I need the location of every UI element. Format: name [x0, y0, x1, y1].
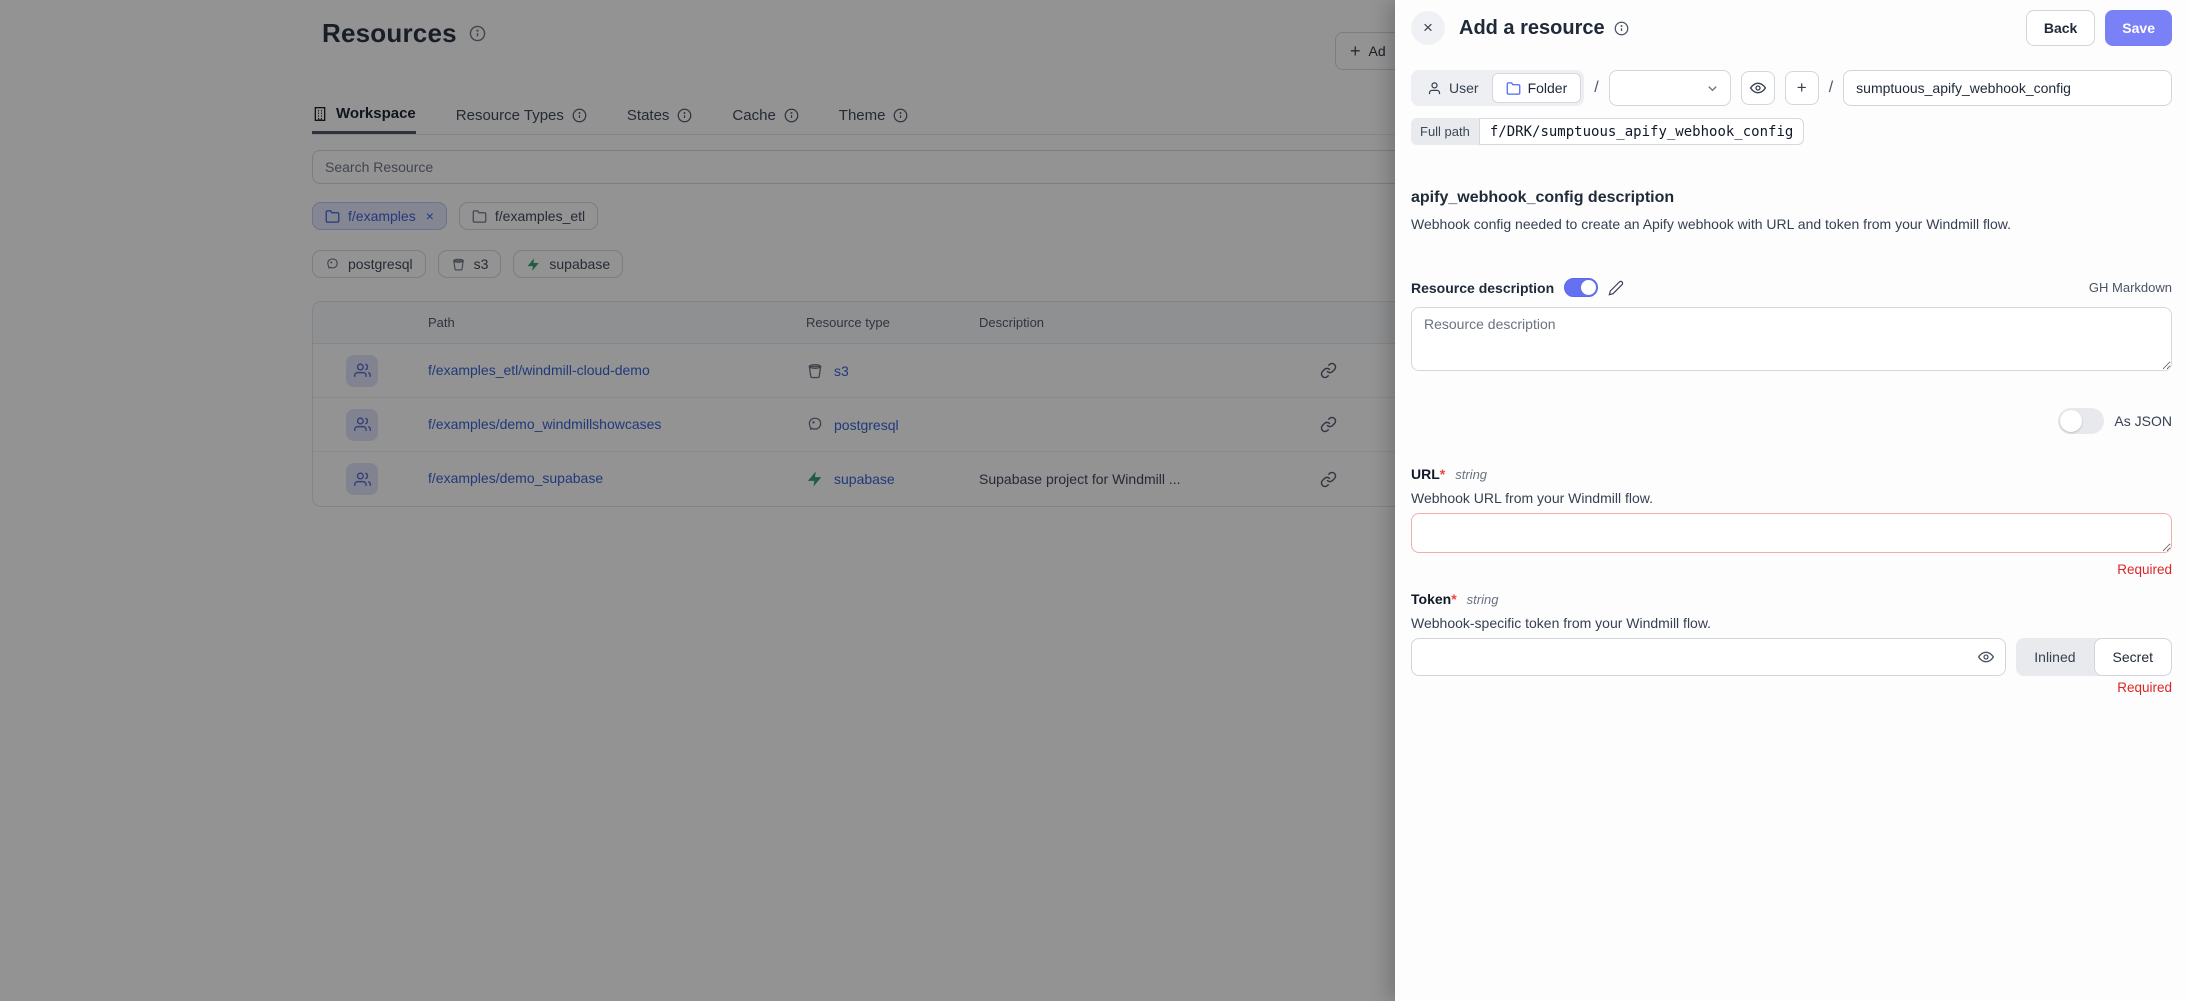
as-json-label: As JSON	[2114, 413, 2172, 429]
required-asterisk: *	[1440, 466, 1445, 482]
save-button[interactable]: Save	[2105, 10, 2172, 46]
required-asterisk: *	[1451, 591, 1456, 607]
add-resource-drawer: × Add a resource Back Save User	[1395, 0, 2188, 1001]
close-icon[interactable]: ×	[1411, 11, 1445, 45]
owner-folder-option[interactable]: Folder	[1492, 73, 1582, 103]
screen: Resources + Ad Workspace Resource Types	[0, 0, 2188, 1001]
modal-overlay[interactable]	[0, 0, 1395, 1001]
url-required-error: Required	[1411, 562, 2172, 577]
chevron-down-icon	[1705, 81, 1720, 96]
as-json-row: As JSON	[1411, 408, 2172, 434]
markdown-hint: GH Markdown	[2089, 280, 2172, 295]
resource-description-label: Resource description	[1411, 280, 1554, 296]
user-icon	[1427, 81, 1442, 96]
path-builder-row: User Folder /	[1411, 70, 2172, 106]
token-field-help: Webhook-specific token from your Windmil…	[1411, 615, 2172, 631]
pencil-icon[interactable]	[1608, 280, 1624, 296]
url-field-type: string	[1455, 467, 1487, 482]
full-path-label: Full path	[1411, 118, 1479, 145]
eye-icon	[1750, 80, 1766, 96]
info-icon	[1614, 21, 1629, 36]
token-field-section: Token* string Webhook-specific token fro…	[1411, 591, 2172, 695]
resource-description-textarea[interactable]	[1411, 307, 2172, 371]
token-secret-option[interactable]: Secret	[2094, 638, 2172, 676]
plus-icon: +	[1797, 78, 1807, 98]
folder-select[interactable]	[1609, 70, 1731, 106]
full-path-value: f/DRK/sumptuous_apify_webhook_config	[1479, 118, 1804, 145]
view-folder-button[interactable]	[1741, 71, 1775, 105]
token-required-error: Required	[1411, 680, 2172, 695]
url-field-help: Webhook URL from your Windmill flow.	[1411, 490, 2172, 506]
folder-icon	[1506, 81, 1521, 96]
resource-type-description-title: apify_webhook_config description	[1411, 189, 2172, 207]
token-mode-toggle: Inlined Secret	[2016, 638, 2172, 676]
full-path-row: Full path f/DRK/sumptuous_apify_webhook_…	[1411, 118, 1804, 145]
path-separator: /	[1829, 79, 1833, 97]
description-preview-toggle[interactable]	[1564, 278, 1598, 297]
resource-type-description-text: Webhook config needed to create an Apify…	[1411, 216, 2172, 232]
resource-name-input[interactable]	[1843, 70, 2172, 106]
token-input[interactable]	[1411, 638, 2006, 676]
token-field-type: string	[1467, 592, 1499, 607]
resource-description-row: Resource description GH Markdown	[1411, 278, 2172, 297]
token-inlined-option[interactable]: Inlined	[2016, 638, 2093, 676]
path-separator: /	[1594, 79, 1598, 97]
url-input[interactable]	[1411, 513, 2172, 553]
url-field-label: URL*	[1411, 466, 1445, 482]
owner-kind-toggle: User Folder	[1411, 70, 1584, 106]
new-folder-button[interactable]: +	[1785, 71, 1819, 105]
back-button[interactable]: Back	[2026, 10, 2095, 46]
drawer-title: Add a resource	[1459, 17, 1605, 40]
owner-user-option[interactable]: User	[1414, 73, 1492, 103]
drawer-header: × Add a resource Back Save	[1411, 2, 2172, 54]
eye-icon[interactable]	[1978, 649, 1994, 665]
token-field-label: Token*	[1411, 591, 1457, 607]
as-json-toggle[interactable]	[2058, 408, 2104, 434]
url-field-section: URL* string Webhook URL from your Windmi…	[1411, 466, 2172, 577]
